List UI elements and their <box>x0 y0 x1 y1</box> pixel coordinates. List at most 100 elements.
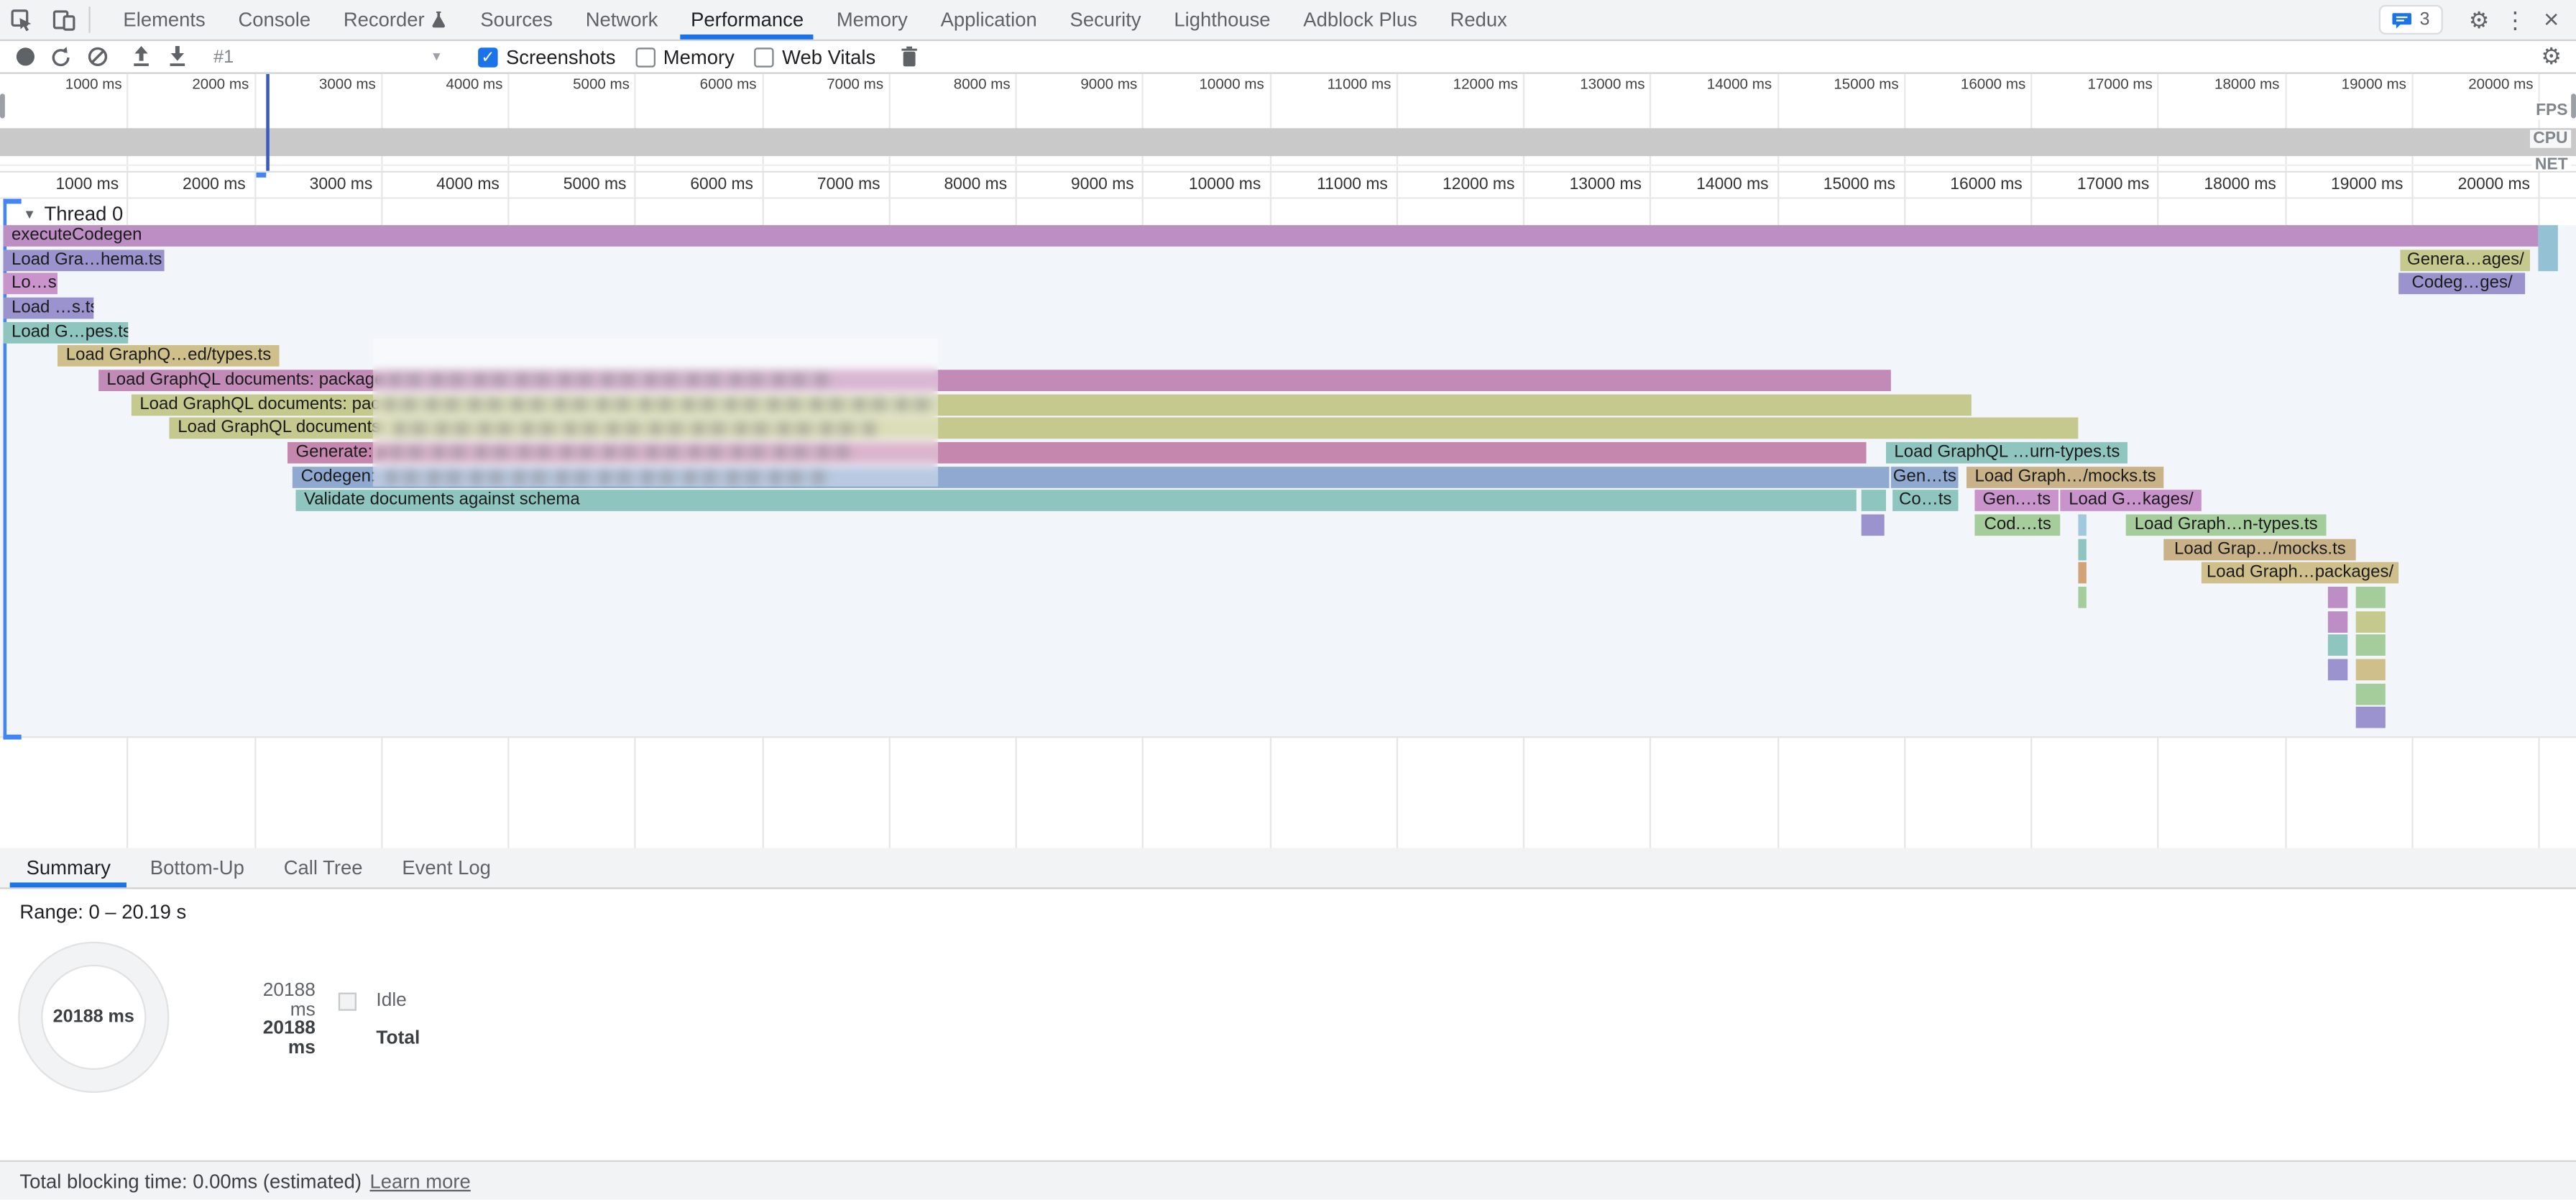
tab-recorder[interactable]: Recorder <box>327 0 464 40</box>
donut-center-value: 20188 ms <box>41 965 146 1070</box>
checkbox-unchecked-icon[interactable] <box>635 47 655 66</box>
summary-donut-chart: 20188 ms <box>18 942 169 1093</box>
load-profile-icon[interactable] <box>123 42 159 71</box>
tab-application[interactable]: Application <box>924 0 1054 40</box>
flame-bar-validate-documents-against-schema[interactable]: Validate documents against schema <box>296 490 1857 512</box>
flame-bar-genera-ages[interactable]: Genera…ages/ <box>2401 249 2531 271</box>
flame-bar-load-g-pes-ts[interactable]: Load G…pes.ts <box>4 321 129 343</box>
checkbox-memory[interactable]: Memory <box>635 45 735 68</box>
tab-redux[interactable]: Redux <box>1434 0 1524 40</box>
flame-bar[interactable] <box>2328 587 2347 608</box>
history-dropdown[interactable]: #1 ▾ <box>213 47 440 66</box>
flame-bar[interactable] <box>2078 563 2086 585</box>
tab-label: Elements <box>123 8 205 31</box>
settings-gear-icon[interactable]: ⚙ <box>2461 0 2497 40</box>
flame-bar[interactable] <box>1862 490 1886 512</box>
flame-bar[interactable] <box>2328 659 2347 681</box>
flame-bar-executecodegen[interactable]: executeCodegen <box>4 225 2539 247</box>
details-tab-call-tree[interactable]: Call Tree <box>264 848 382 887</box>
flame-bar[interactable] <box>2078 539 2086 560</box>
ruler-tick-label: 4000 ms <box>368 176 500 194</box>
flame-bar-label: Validate documents against schema <box>304 490 580 510</box>
flame-bar-lo-s[interactable]: Lo…s <box>4 273 58 295</box>
tab-elements[interactable]: Elements <box>107 0 222 40</box>
flame-bar-load-graph-packages[interactable]: Load Graph…packages/ <box>2202 563 2399 585</box>
flame-bar-load-graphql-documents-package[interactable]: Load GraphQL documents: package <box>98 370 1891 391</box>
overview-window-left-handle[interactable] <box>0 93 5 118</box>
overview-tick-label: 11000 ms <box>1263 75 1391 92</box>
record-button[interactable] <box>6 42 42 71</box>
devtools-main-toolbar: Elements ConsoleRecorderSourcesNetworkPer… <box>0 0 2576 41</box>
flame-bar[interactable] <box>1862 514 1885 536</box>
reload-and-record-icon[interactable] <box>42 42 78 71</box>
flask-icon <box>431 10 448 29</box>
flame-bar-load-graph-mocks-ts[interactable]: Load Graph…/mocks.ts <box>1966 466 2163 487</box>
device-toolbar-icon[interactable] <box>42 0 85 40</box>
legend-value: 20188 ms <box>240 1019 316 1058</box>
more-options-kebab-icon[interactable]: ⋮ <box>2497 0 2533 40</box>
flame-chart[interactable]: ▼ Thread 0 executeCodegenLoad Gra…hema.t… <box>0 199 2576 848</box>
tab-console[interactable]: Console <box>222 0 327 40</box>
flame-bar[interactable] <box>2356 587 2386 608</box>
flame-bar-label: Load Graph…packages/ <box>2207 563 2393 582</box>
flame-bar[interactable] <box>2356 707 2386 729</box>
overview-cursor-marker <box>267 74 270 171</box>
flame-bar-load-graph-n-types-ts[interactable]: Load Graph…n-types.ts <box>2126 514 2327 536</box>
flame-bar-load-s-ts[interactable]: Load …s.ts <box>4 298 93 319</box>
flame-bar-load-graphql-urn-types-ts[interactable]: Load GraphQL …urn-types.ts <box>1886 442 2128 464</box>
flame-bar[interactable] <box>2356 635 2386 656</box>
flame-bar-gen-ts[interactable]: Gen…ts <box>1891 466 1959 487</box>
details-tab-event-log[interactable]: Event Log <box>382 848 510 887</box>
flame-bar[interactable] <box>2328 635 2347 656</box>
toolbar-right: ⚙ <box>2525 36 2570 77</box>
checkbox-screenshots[interactable]: ✓Screenshots <box>478 45 615 68</box>
flame-bar[interactable] <box>2078 514 2086 536</box>
garbage-collect-icon[interactable] <box>892 42 928 71</box>
inspect-element-icon[interactable] <box>0 0 42 40</box>
tab-security[interactable]: Security <box>1054 0 1158 40</box>
flame-bar-load-gra-hema-ts[interactable]: Load Gra…hema.ts <box>4 249 165 271</box>
overview-window-right-handle[interactable] <box>2571 93 2576 118</box>
flame-bar[interactable] <box>2356 683 2386 705</box>
legend-label: Idle <box>376 991 406 1010</box>
flame-bar[interactable] <box>2078 587 2086 608</box>
tab-performance[interactable]: Performance <box>674 0 820 40</box>
tab-network[interactable]: Network <box>569 0 674 40</box>
flame-bar-gen-ts[interactable]: Gen.…ts <box>1975 490 2059 512</box>
flame-bar-load-graphq-ed-types-ts[interactable]: Load GraphQ…ed/types.ts <box>58 346 279 367</box>
checkbox-unchecked-icon[interactable] <box>754 47 773 66</box>
flame-bar[interactable] <box>2356 611 2386 633</box>
lane-label-fps: FPS <box>2533 102 2572 120</box>
tab-memory[interactable]: Memory <box>820 0 924 40</box>
details-tab-bar: SummaryBottom-UpCall TreeEvent Log <box>0 848 2576 889</box>
overview-tick-label: 19000 ms <box>2278 75 2406 92</box>
flame-bar-load-g-kages[interactable]: Load G…kages/ <box>2061 490 2202 512</box>
flame-bar[interactable] <box>2356 659 2386 681</box>
thread-track-header[interactable]: ▼ Thread 0 <box>23 202 123 225</box>
flame-bar-cod-ts[interactable]: Cod.…ts <box>1975 514 2061 536</box>
tab-lighthouse[interactable]: Lighthouse <box>1157 0 1287 40</box>
checkbox-label: Memory <box>663 45 735 68</box>
flame-bar-load-grap-mocks-ts[interactable]: Load Grap…/mocks.ts <box>2164 539 2356 560</box>
details-tab-summary[interactable]: Summary <box>6 848 130 887</box>
timeline-overview[interactable]: 1000 ms2000 ms3000 ms4000 ms5000 ms6000 … <box>0 74 2576 173</box>
flame-bar-co-ts[interactable]: Co…ts <box>1892 490 1959 512</box>
console-messages-button[interactable]: 3 <box>2378 5 2442 35</box>
flame-bar-codeg-ges[interactable]: Codeg…ges/ <box>2398 273 2526 295</box>
tab-adblock-plus[interactable]: Adblock Plus <box>1287 0 1433 40</box>
clear-icon[interactable] <box>79 42 115 71</box>
ruler-tick-label: 20000 ms <box>2398 176 2530 194</box>
capture-settings-gear-icon[interactable]: ⚙ <box>2534 36 2570 77</box>
details-tab-bottom-up[interactable]: Bottom-Up <box>130 848 264 887</box>
close-devtools-icon[interactable]: × <box>2534 0 2570 40</box>
save-profile-icon[interactable] <box>160 42 196 71</box>
flame-bar-label: Load G…kages/ <box>2069 490 2193 510</box>
history-current-label: #1 <box>213 47 234 66</box>
checkbox-web-vitals[interactable]: Web Vitals <box>754 45 875 68</box>
flame-chart-ruler: 1000 ms2000 ms3000 ms4000 ms5000 ms6000 … <box>0 173 2576 199</box>
flame-bar[interactable] <box>2539 225 2559 270</box>
checkbox-checked-icon[interactable]: ✓ <box>478 47 497 66</box>
tab-sources[interactable]: Sources <box>464 0 569 40</box>
learn-more-link[interactable]: Learn more <box>369 1169 470 1192</box>
flame-bar[interactable] <box>2328 611 2347 633</box>
